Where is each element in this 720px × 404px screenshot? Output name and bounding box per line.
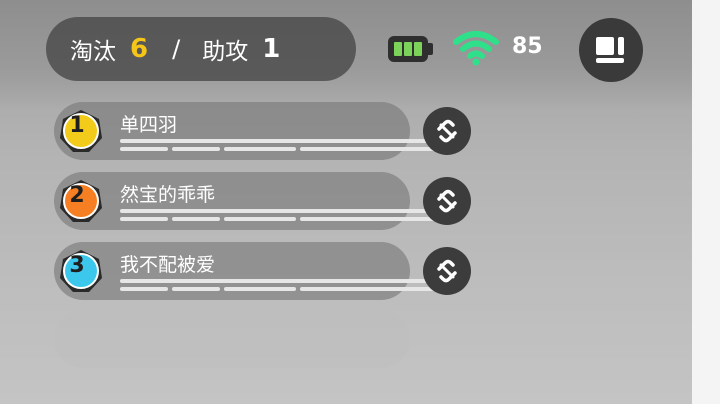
assists-label: 助攻 — [202, 39, 249, 65]
health-bar — [120, 279, 436, 293]
player-name: 单四羽 — [120, 114, 178, 136]
menu-button[interactable] — [579, 18, 643, 82]
unlink-button-2[interactable] — [423, 177, 471, 225]
battery-icon — [388, 36, 428, 62]
health-bar — [120, 209, 436, 223]
teammate-row-1: 1 单四羽 — [54, 102, 436, 160]
armor-segment — [224, 287, 296, 291]
armor-segment — [120, 217, 168, 221]
teammate-row-2: 2 然宝的乖乖 — [54, 172, 436, 230]
score-separator: / — [172, 35, 181, 63]
battery-cap — [428, 43, 433, 55]
armor-segment — [172, 287, 220, 291]
armor-segment — [120, 287, 168, 291]
unlink-icon — [437, 189, 457, 213]
unlink-button-3[interactable] — [423, 247, 471, 295]
armor-segment — [300, 147, 436, 151]
unlink-icon — [437, 119, 457, 143]
ping-value: 85 — [512, 34, 543, 59]
screen-edge — [692, 0, 720, 404]
teammate-row-3: 3 我不配被爱 — [54, 242, 436, 300]
armor-segment — [300, 287, 436, 291]
health-bar — [120, 139, 436, 153]
player-name: 我不配被爱 — [120, 254, 216, 276]
player-number: 2 — [69, 182, 85, 208]
armor-segment — [224, 147, 296, 151]
armor-segment — [120, 147, 168, 151]
menu-icon — [596, 37, 624, 63]
health-line — [120, 209, 436, 213]
unlink-button-1[interactable] — [423, 107, 471, 155]
health-line — [120, 139, 436, 143]
armor-segment — [172, 217, 220, 221]
assists-value: 1 — [262, 34, 281, 64]
score-panel: 淘汰 6 / 助攻 1 — [46, 17, 356, 81]
armor-segment — [224, 217, 296, 221]
armor-segment — [172, 147, 220, 151]
empty-teammate-slot — [54, 310, 410, 368]
unlink-icon — [437, 259, 457, 283]
player-number: 1 — [69, 112, 85, 138]
battery-cell — [394, 42, 402, 56]
armor-segment — [300, 217, 436, 221]
player-name: 然宝的乖乖 — [120, 184, 216, 206]
kills-label: 淘汰 — [70, 39, 116, 65]
kills-value: 6 — [130, 34, 149, 64]
health-line — [120, 279, 436, 283]
player-number: 3 — [69, 252, 85, 278]
battery-cell — [404, 42, 412, 56]
wifi-icon — [453, 31, 499, 66]
battery-cell — [414, 42, 422, 56]
